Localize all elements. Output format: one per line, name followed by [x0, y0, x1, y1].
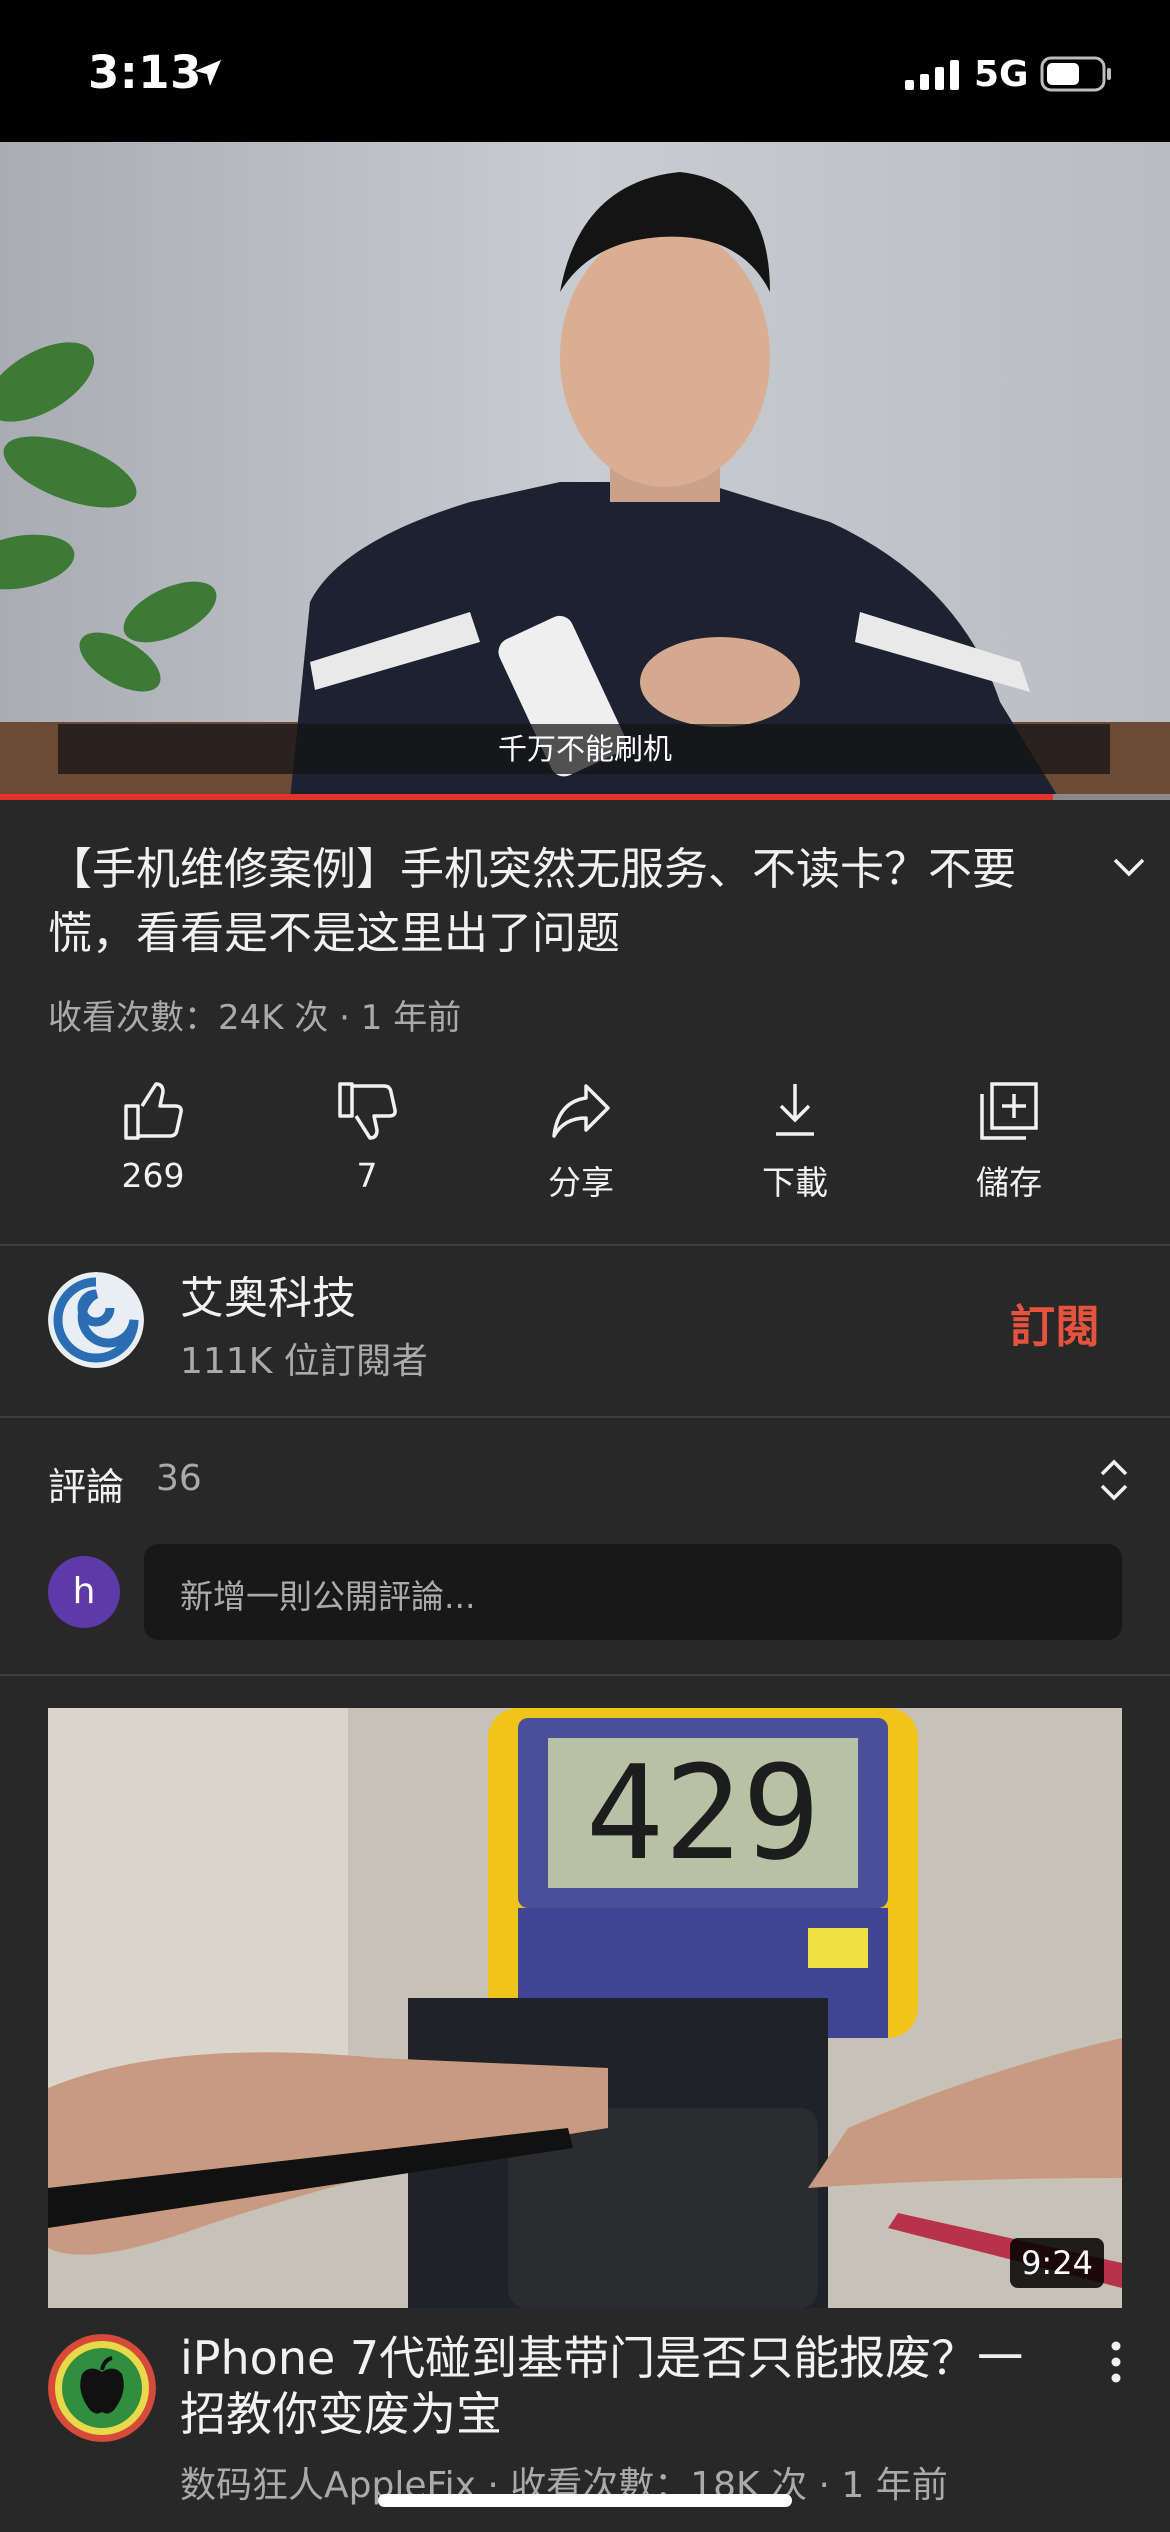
expand-collapse-icon[interactable]	[1098, 1458, 1130, 1502]
thumbs-up-icon	[124, 1082, 183, 1140]
share-icon	[552, 1084, 610, 1138]
network-type: 5G	[974, 54, 1029, 95]
home-indicator[interactable]	[378, 2494, 792, 2507]
divider	[0, 1244, 1170, 1246]
comment-placeholder: 新增一則公開評論...	[180, 1577, 476, 1616]
dislike-count: 7	[356, 1156, 378, 1195]
location-arrow-icon	[195, 60, 221, 86]
like-button[interactable]: 269	[46, 1080, 260, 1210]
thumbnail-image: 429	[48, 1708, 1122, 2308]
next-video-thumbnail[interactable]: 429	[48, 1708, 1122, 2308]
save-label: 儲存	[976, 1163, 1042, 1202]
channel-name[interactable]: 艾奥科技	[180, 1262, 356, 1326]
more-options-icon[interactable]	[1108, 2340, 1124, 2384]
subscriber-count: 111K 位訂閱者	[180, 1341, 428, 1382]
video-caption: 千万不能刷机	[497, 732, 672, 766]
apple-logo-icon	[48, 2334, 156, 2442]
status-time: 3:13	[88, 46, 202, 99]
download-icon	[776, 1084, 814, 1136]
comments-count: 36	[156, 1458, 202, 1499]
subscribe-button[interactable]: 訂閱	[1010, 1290, 1100, 1355]
progress-fill	[0, 794, 1053, 800]
video-meta: 收看次數：24K 次 · 1 年前	[48, 998, 462, 1038]
download-button[interactable]: 下載	[688, 1080, 902, 1210]
dislike-button[interactable]: 7	[260, 1080, 474, 1210]
thumbs-down-icon	[338, 1082, 397, 1140]
battery-icon	[1040, 56, 1111, 92]
save-button[interactable]: 儲存	[902, 1080, 1116, 1210]
meter-reading: 429	[586, 1737, 821, 1889]
video-player[interactable]	[0, 142, 1170, 800]
share-button[interactable]: 分享	[474, 1080, 688, 1210]
duration-badge: 9:24	[1010, 2238, 1104, 2288]
like-count: 269	[121, 1156, 185, 1195]
divider	[0, 1416, 1170, 1418]
share-label: 分享	[548, 1163, 614, 1202]
chevron-down-icon[interactable]	[1112, 856, 1146, 878]
channel-avatar[interactable]	[48, 1272, 144, 1368]
cellular-signal-icon	[905, 60, 959, 90]
user-avatar: h	[48, 1556, 120, 1628]
divider	[0, 1674, 1170, 1676]
next-video-channel-avatar[interactable]	[48, 2334, 156, 2442]
download-label: 下載	[762, 1163, 828, 1202]
video-frame	[0, 142, 1170, 800]
comments-title[interactable]: 評論	[48, 1456, 124, 1511]
video-title[interactable]: 【手机维修案例】手机突然无服务、不读卡？不要慌，看看是不是这里出了问题	[48, 838, 1018, 966]
channel-logo	[48, 1272, 144, 1368]
save-icon	[980, 1082, 1038, 1140]
next-video-title[interactable]: iPhone 7代碰到基带门是否只能报废？一招教你变废为宝	[180, 2330, 1060, 2442]
